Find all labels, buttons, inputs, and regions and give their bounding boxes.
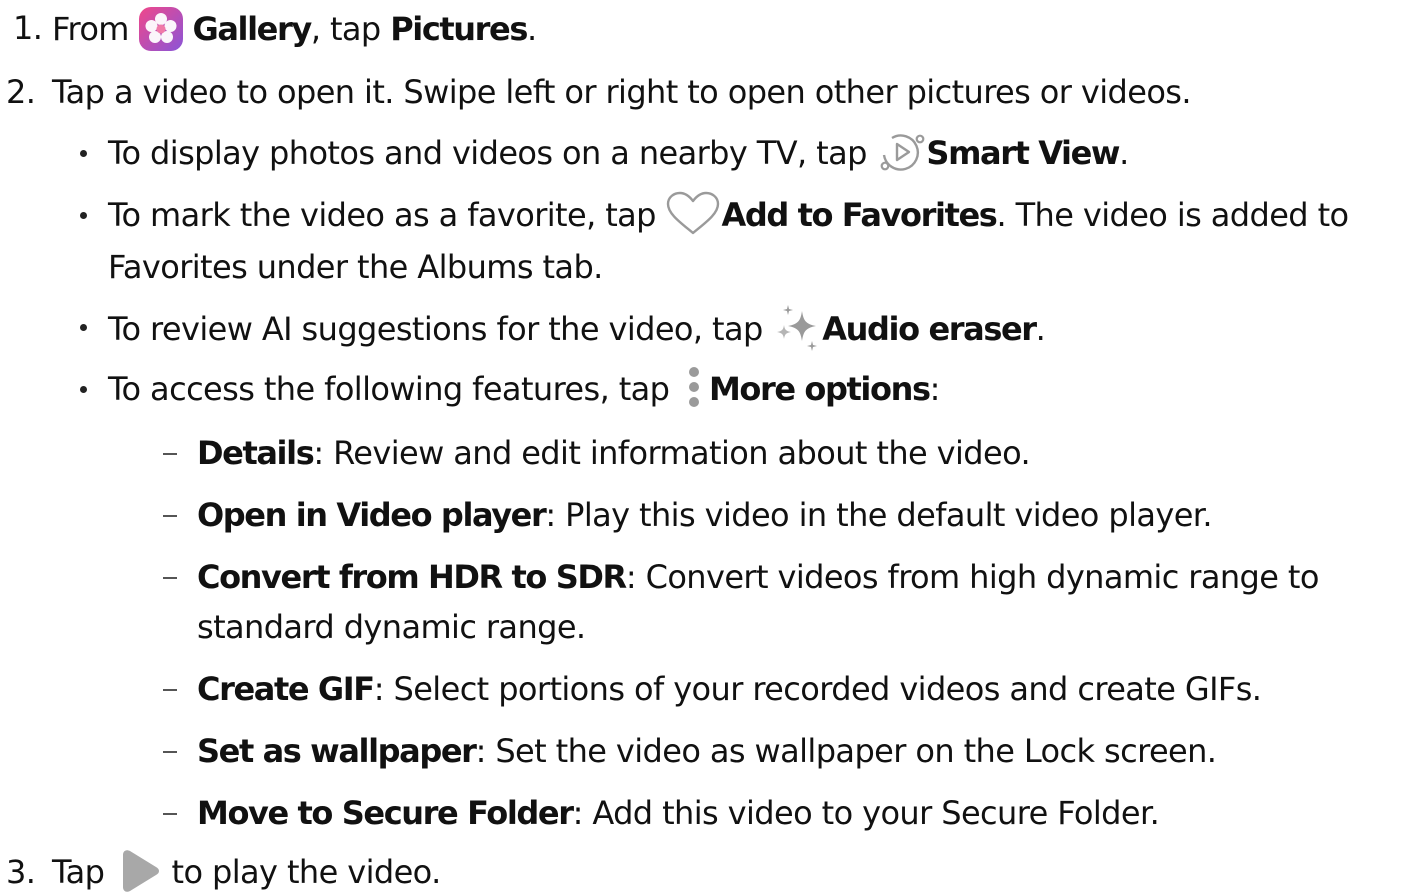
sub-item-desc: Play this video in the default video pla… <box>555 496 1212 534</box>
step-2-text: Tap a video to open it. Swipe left or ri… <box>52 73 1192 111</box>
bullet-2-after: . The video is added to <box>996 196 1349 234</box>
sub-item-convert-hdr-to-sdr: Convert from HDR to SDR: Convert videos … <box>197 557 1319 597</box>
sub-item-create-gif: Create GIF: Select portions of your reco… <box>197 669 1262 709</box>
step-3-after: to play the video. <box>161 853 442 891</box>
bullet-3-after: . <box>1035 310 1046 348</box>
sub-item-sep: : <box>572 794 584 832</box>
sub-item-details: Details: Review and edit information abo… <box>197 433 1031 473</box>
bullet-2-before: To mark the video as a favorite, tap <box>108 196 666 234</box>
sub-item-desc: Add this video to your Secure Folder. <box>582 794 1160 832</box>
bullet-smart-view: To display photos and videos on a nearby… <box>108 132 1129 172</box>
sub-item-sep: : <box>545 496 556 534</box>
sub-item-sep: : <box>313 434 324 472</box>
sub-item-open-in-video-player: Open in Video player: Play this video in… <box>197 495 1213 535</box>
sub-item-move-to-secure-folder: Move to Secure Folder: Add this video to… <box>197 793 1160 833</box>
bullet-add-to-favorites: To mark the video as a favorite, tap Add… <box>108 191 1349 237</box>
bullet-marker <box>80 212 87 219</box>
sparkle-icon <box>772 303 822 353</box>
sub-item-desc: Review and edit information about the vi… <box>323 434 1031 472</box>
bullet-3-label: Audio eraser <box>822 310 1037 348</box>
step-1-gallery-label: Gallery <box>192 10 312 48</box>
bullet-1-label: Smart View <box>926 134 1120 172</box>
step-1-before: From <box>52 10 139 48</box>
sub-item-dash <box>163 515 177 517</box>
step-1-number: 1. <box>13 9 43 47</box>
sub-item-term: Create GIF <box>197 670 375 708</box>
bullet-2-continuation: Favorites under the Albums tab. <box>108 248 603 286</box>
sub-item-dash <box>163 689 177 691</box>
sub-item-term: Convert from HDR to SDR <box>197 558 627 596</box>
bullet-4-after: : <box>929 370 941 408</box>
sub-item-term: Set as wallpaper <box>197 732 477 770</box>
gallery-app-icon <box>138 6 184 52</box>
step-1-after: . <box>527 10 537 48</box>
sub-item-3-continuation: standard dynamic range. <box>197 608 586 646</box>
step-2-number: 2. <box>6 73 36 111</box>
sub-item-desc: Select portions of your recorded videos … <box>383 670 1262 708</box>
step-1-text: From Gallery, tap Pictures. <box>52 7 537 51</box>
smart-view-icon <box>876 129 926 175</box>
bullet-audio-eraser: To review AI suggestions for the video, … <box>108 305 1046 351</box>
bullet-3-before: To review AI suggestions for the video, … <box>108 310 773 348</box>
bullet-4-before: To access the following features, tap <box>108 370 679 408</box>
bullet-4-label: More options <box>708 370 931 408</box>
sub-item-term: Details <box>197 434 315 472</box>
bullet-more-options: To access the following features, tap Mo… <box>108 365 941 411</box>
sub-item-dash <box>163 453 177 455</box>
play-icon <box>118 849 162 893</box>
sub-item-dash <box>163 577 177 579</box>
more-options-icon <box>679 365 709 411</box>
sub-item-desc: Convert videos from high dynamic range t… <box>636 558 1320 596</box>
sub-item-term: Move to Secure Folder <box>197 794 574 832</box>
bullet-marker <box>80 324 87 331</box>
step-3-before: Tap <box>52 853 114 891</box>
step-3-text: Tap to play the video. <box>52 849 442 893</box>
step-1-pictures-label: Pictures <box>390 10 528 48</box>
bullet-marker <box>80 386 87 393</box>
step-1-middle: , tap <box>310 10 391 48</box>
sub-item-desc: Set the video as wallpaper on the Lock s… <box>485 732 1217 770</box>
step-3-number: 3. <box>6 853 36 891</box>
sub-item-sep: : <box>625 558 637 596</box>
sub-item-sep: : <box>475 732 487 770</box>
heart-icon <box>665 191 721 237</box>
sub-item-dash <box>163 813 177 815</box>
bullet-1-after: . <box>1119 134 1129 172</box>
bullet-2-label: Add to Favorites <box>721 196 997 234</box>
sub-item-sep: : <box>373 670 385 708</box>
bullet-marker <box>80 150 87 157</box>
sub-item-dash <box>163 751 177 753</box>
sub-item-set-as-wallpaper: Set as wallpaper: Set the video as wallp… <box>197 731 1217 771</box>
sub-item-term: Open in Video player <box>197 496 547 534</box>
bullet-1-before: To display photos and videos on a nearby… <box>108 134 877 172</box>
